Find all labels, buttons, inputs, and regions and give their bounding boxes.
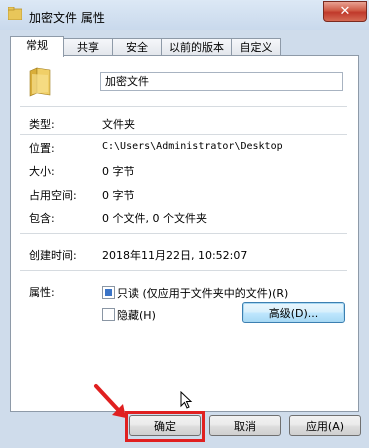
- size-value: 0 字节: [102, 165, 135, 178]
- separator: [20, 106, 347, 107]
- contains-label: 包含:: [29, 212, 55, 225]
- large-folder-icon: [29, 67, 51, 97]
- size-label: 大小:: [29, 165, 55, 178]
- cancel-button[interactable]: 取消: [209, 415, 281, 436]
- window-title: 加密文件 属性: [29, 11, 105, 25]
- hidden-label: 隐藏(H): [117, 309, 156, 322]
- tab-sharing[interactable]: 共享: [63, 38, 113, 56]
- disk-size-label: 占用空间:: [29, 189, 77, 202]
- location-value: C:\Users\Administrator\Desktop: [102, 141, 283, 152]
- advanced-button[interactable]: 高级(D)...: [242, 302, 345, 323]
- highlight-box: [125, 411, 205, 442]
- readonly-checkbox[interactable]: [102, 286, 115, 299]
- type-value: 文件夹: [102, 118, 135, 131]
- separator: [20, 134, 347, 135]
- contains-value: 0 个文件, 0 个文件夹: [102, 212, 207, 225]
- readonly-label: 只读 (仅应用于文件夹中的文件)(R): [117, 287, 289, 300]
- tab-customize[interactable]: 自定义: [231, 38, 281, 56]
- disk-size-value: 0 字节: [102, 189, 135, 202]
- folder-name-input[interactable]: [100, 72, 343, 91]
- close-button[interactable]: ✕: [323, 1, 367, 22]
- close-icon: ✕: [339, 4, 351, 19]
- tab-security[interactable]: 安全: [112, 38, 162, 56]
- title-bar: 加密文件 属性 ✕: [0, 0, 369, 30]
- hidden-checkbox[interactable]: [102, 308, 115, 321]
- created-label: 创建时间:: [29, 249, 77, 262]
- attributes-label: 属性:: [29, 286, 55, 299]
- separator: [20, 270, 347, 271]
- location-label: 位置:: [29, 142, 55, 155]
- type-label: 类型:: [29, 118, 55, 131]
- tab-general[interactable]: 常规: [10, 36, 64, 57]
- created-value: 2018年11月22日, 10:52:07: [102, 249, 248, 262]
- tab-previous-versions[interactable]: 以前的版本: [161, 38, 232, 56]
- separator: [20, 233, 347, 234]
- apply-button[interactable]: 应用(A): [289, 415, 361, 436]
- mouse-cursor-icon: [180, 391, 193, 409]
- folder-icon: [8, 7, 22, 20]
